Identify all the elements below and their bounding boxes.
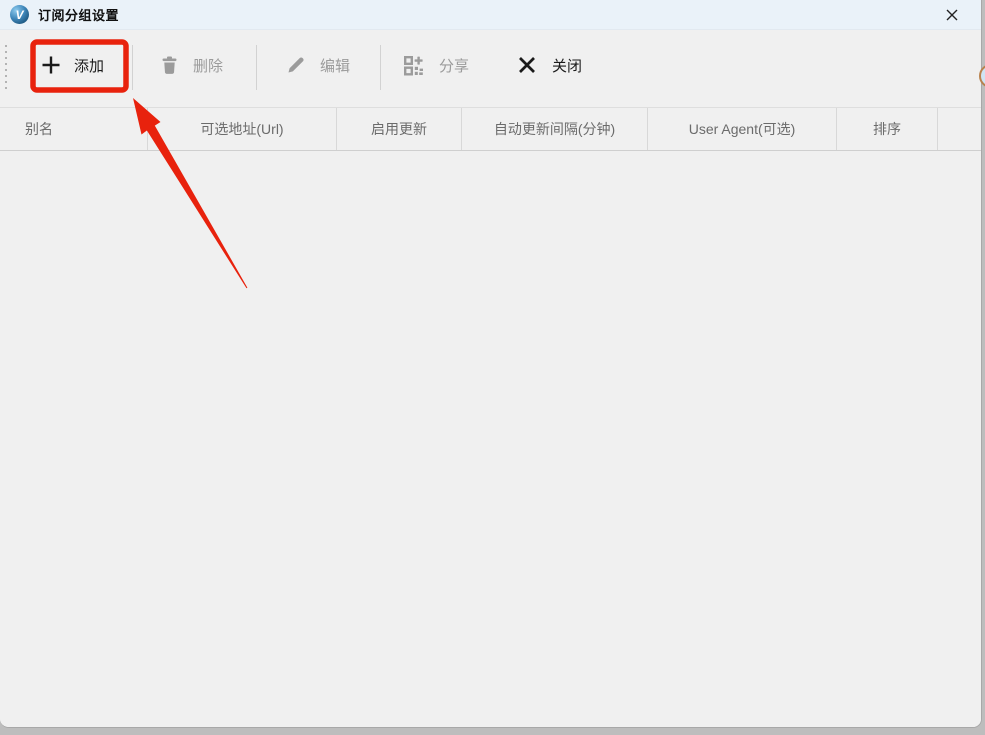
- app-logo-icon: V: [10, 5, 29, 24]
- pencil-icon: [286, 55, 306, 75]
- column-header-sort[interactable]: 排序: [837, 108, 938, 150]
- column-header-enable-update[interactable]: 启用更新: [337, 108, 462, 150]
- edit-button-label: 编辑: [320, 55, 350, 76]
- share-button-label: 分享: [439, 55, 469, 76]
- close-icon: [944, 7, 960, 23]
- qr-code-share-icon: [402, 54, 425, 77]
- table-header-row: 别名 可选地址(Url) 启用更新 自动更新间隔(分钟) User Agent(…: [0, 107, 982, 151]
- window-close-button[interactable]: [937, 3, 967, 27]
- toolbar-separator: [256, 45, 257, 90]
- toolbar-separator: [380, 45, 381, 90]
- delete-button[interactable]: 删除: [160, 42, 223, 88]
- window-title: 订阅分组设置: [38, 5, 119, 24]
- column-header-url[interactable]: 可选地址(Url): [148, 108, 337, 150]
- close-window-button[interactable]: 关闭: [518, 42, 582, 88]
- trash-icon: [160, 55, 179, 75]
- toolbar-grip-handle[interactable]: [5, 45, 7, 90]
- toolbar-separator: [132, 45, 133, 90]
- close-button-label: 关闭: [552, 55, 582, 76]
- subscription-group-settings-window: V 订阅分组设置 添加: [0, 0, 982, 728]
- x-close-icon: [518, 56, 536, 74]
- edit-button[interactable]: 编辑: [286, 42, 350, 88]
- toolbar: 添加 删除 编辑: [0, 30, 981, 100]
- delete-button-label: 删除: [193, 55, 223, 76]
- plus-icon: [41, 55, 61, 75]
- column-header-stub: [938, 108, 982, 150]
- titlebar: V 订阅分组设置: [0, 0, 981, 30]
- add-button-label: 添加: [74, 55, 104, 76]
- column-header-user-agent[interactable]: User Agent(可选): [648, 108, 837, 150]
- column-header-alias[interactable]: 别名: [0, 108, 148, 150]
- table-empty-body[interactable]: [0, 151, 981, 727]
- share-button[interactable]: 分享: [402, 42, 469, 88]
- column-header-update-interval[interactable]: 自动更新间隔(分钟): [462, 108, 648, 150]
- add-button[interactable]: 添加: [41, 42, 104, 88]
